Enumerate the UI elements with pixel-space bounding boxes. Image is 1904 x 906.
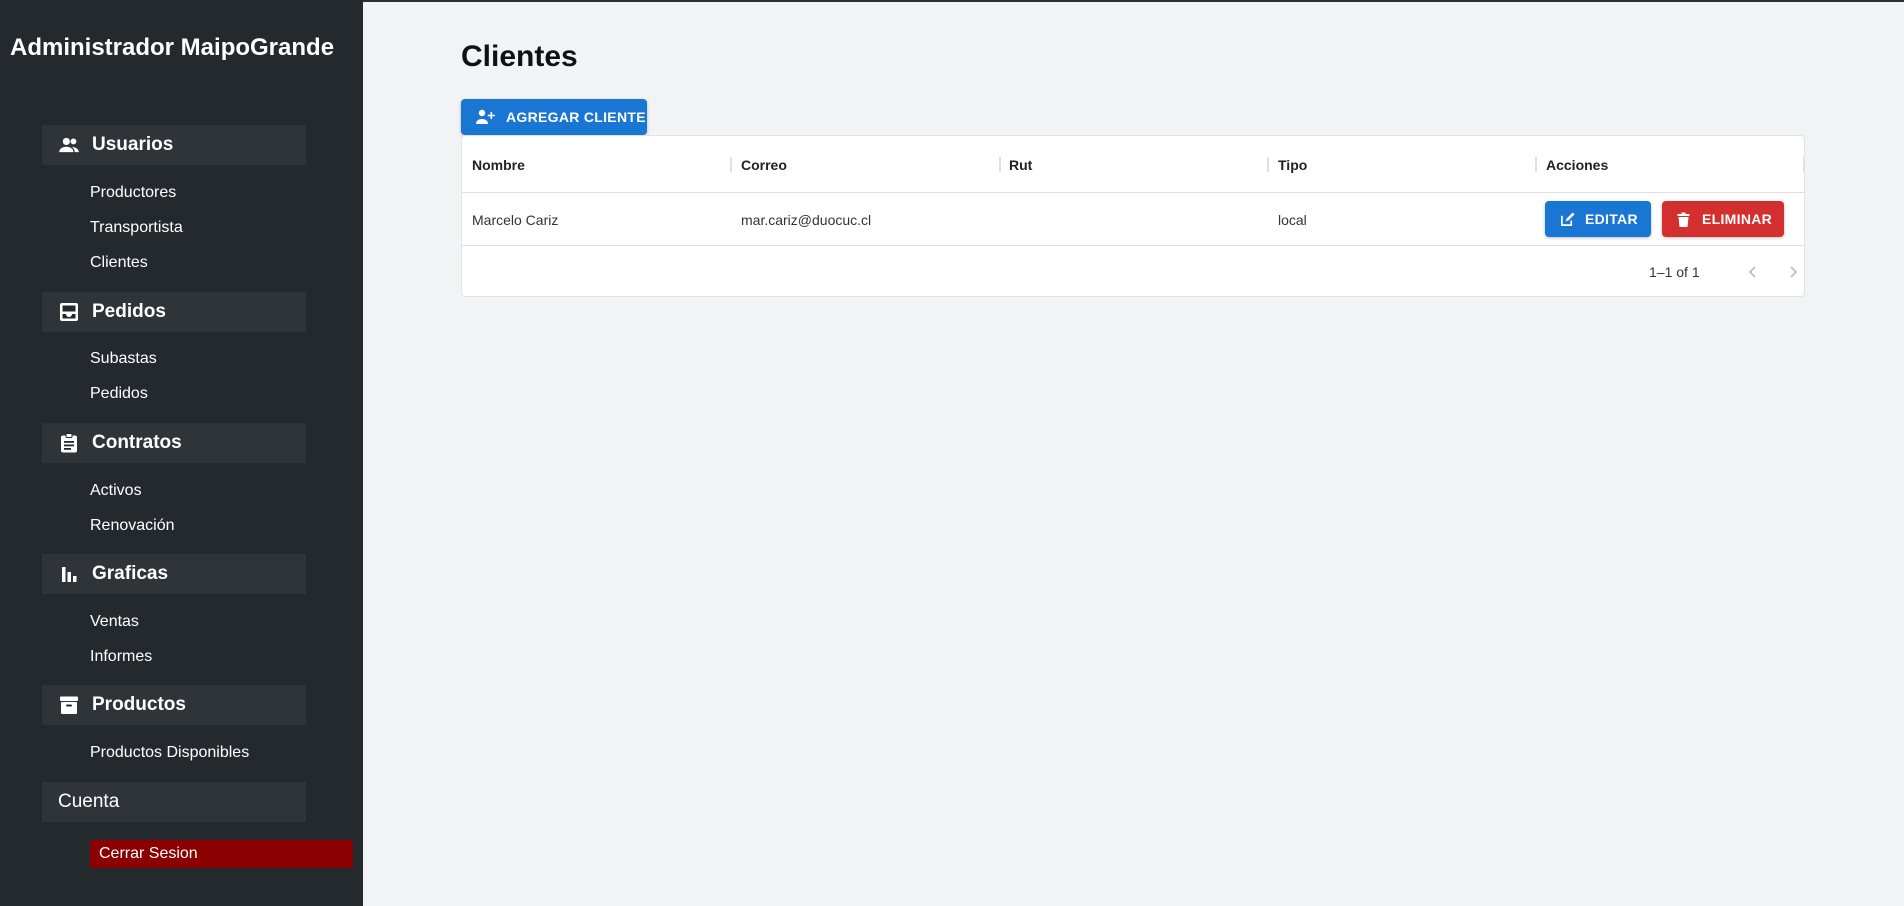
sidebar-item-ventas[interactable]: Ventas (90, 613, 139, 631)
pagination-info: 1–1 of 1 (1649, 264, 1700, 280)
sidebar-section-graficas[interactable]: Graficas (42, 554, 306, 594)
sidebar-item-clientes[interactable]: Clientes (90, 254, 148, 272)
clipboard-icon (58, 432, 80, 454)
sidebar-section-contratos[interactable]: Contratos (42, 423, 306, 463)
column-separator[interactable] (1803, 157, 1805, 172)
page-title: Clientes (461, 40, 578, 73)
bar-chart-icon (58, 563, 80, 585)
logout-button[interactable]: Cerrar Sesion (90, 840, 353, 868)
sidebar-section-usuarios[interactable]: Usuarios (42, 125, 306, 165)
delete-label: ELIMINAR (1702, 211, 1773, 227)
cell-nombre: Marcelo Cariz (472, 211, 559, 228)
chevron-right-icon[interactable] (1781, 260, 1805, 284)
app-title: Administrador MaipoGrande (10, 34, 335, 61)
sidebar-item-subastas[interactable]: Subastas (90, 350, 157, 368)
sidebar-item-activos[interactable]: Activos (90, 482, 142, 500)
column-separator[interactable] (1535, 157, 1537, 172)
sidebar-section-productos[interactable]: Productos (42, 685, 306, 725)
pagination: 1–1 of 1 (462, 246, 1804, 298)
column-header-acciones[interactable]: Acciones (1546, 136, 1608, 193)
sidebar-section-label: Pedidos (92, 301, 166, 322)
table-row[interactable]: Marcelo Cariz mar.cariz@duocuc.cl local … (462, 193, 1804, 246)
cell-tipo: local (1278, 211, 1307, 228)
edit-label: EDITAR (1585, 211, 1638, 227)
sidebar-section-cuenta: Cuenta (42, 782, 306, 822)
add-client-button[interactable]: AGREGAR CLIENTE (461, 99, 647, 135)
sidebar: Administrador MaipoGrande Usuarios Produ… (0, 0, 363, 906)
sidebar-item-transportista[interactable]: Transportista (90, 219, 183, 237)
sidebar-section-pedidos[interactable]: Pedidos (42, 292, 306, 332)
clients-table: Nombre Correo Rut Tipo Acciones Marcelo … (461, 135, 1805, 297)
sidebar-item-pedidos[interactable]: Pedidos (90, 385, 148, 403)
inbox-icon (58, 301, 80, 323)
edit-icon (1560, 211, 1576, 227)
sidebar-item-informes[interactable]: Informes (90, 648, 152, 666)
sidebar-section-label: Productos (92, 694, 186, 715)
sidebar-section-label: Contratos (92, 432, 182, 453)
chevron-left-icon[interactable] (1741, 260, 1765, 284)
users-icon (58, 134, 80, 156)
cell-correo: mar.cariz@duocuc.cl (741, 211, 872, 228)
column-separator[interactable] (730, 157, 732, 172)
trash-icon (1677, 211, 1693, 227)
column-separator[interactable] (999, 157, 1001, 172)
edit-button[interactable]: EDITAR (1545, 201, 1651, 237)
sidebar-item-productos-disponibles[interactable]: Productos Disponibles (90, 744, 249, 762)
column-header-rut[interactable]: Rut (1009, 136, 1032, 193)
column-header-nombre[interactable]: Nombre (472, 136, 525, 193)
sidebar-section-label: Graficas (92, 563, 169, 584)
sidebar-item-productores[interactable]: Productores (90, 184, 176, 202)
person-add-icon (476, 109, 496, 125)
archive-icon (58, 694, 80, 716)
column-header-tipo[interactable]: Tipo (1278, 136, 1307, 193)
add-client-label: AGREGAR CLIENTE (506, 109, 646, 125)
sidebar-section-label: Cuenta (58, 791, 120, 812)
sidebar-section-label: Usuarios (92, 134, 174, 155)
column-separator[interactable] (1267, 157, 1269, 172)
column-header-correo[interactable]: Correo (741, 136, 787, 193)
delete-button[interactable]: ELIMINAR (1662, 201, 1784, 237)
sidebar-item-renovacion[interactable]: Renovación (90, 517, 175, 535)
table-header: Nombre Correo Rut Tipo Acciones (462, 136, 1805, 193)
